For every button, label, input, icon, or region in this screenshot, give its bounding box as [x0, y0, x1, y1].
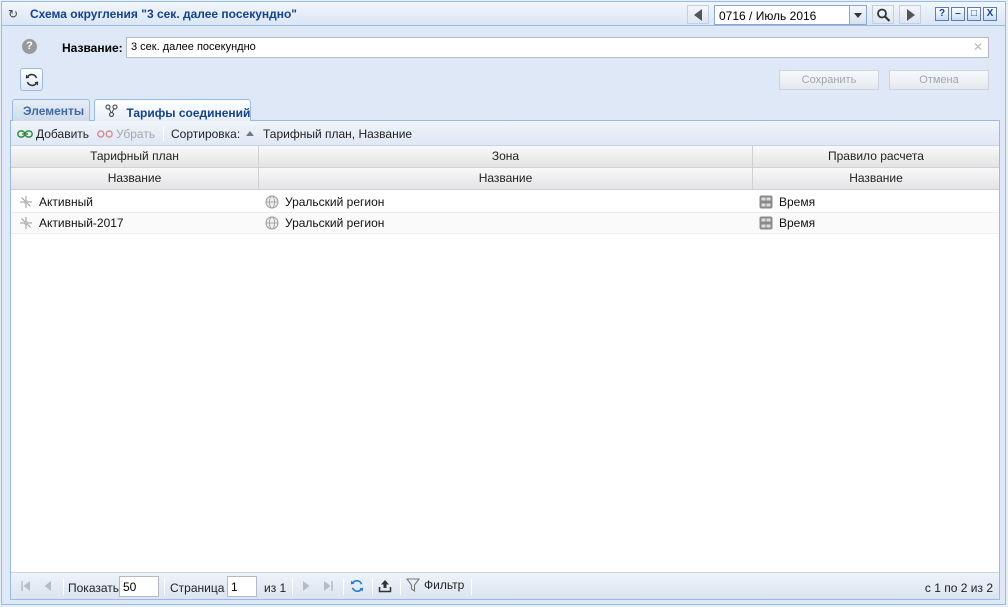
- filter-icon: [405, 578, 421, 593]
- grid-toolbar: Добавить Убрать Сортировка: Тарифный пла…: [11, 121, 999, 146]
- next-period-button[interactable]: [899, 5, 921, 24]
- calculator-icon: [759, 216, 773, 230]
- table-row[interactable]: Активный Уральский регион Время: [11, 192, 999, 213]
- table-row[interactable]: Активный-2017 Уральский регион Время: [11, 213, 999, 234]
- column-header-row: Название Название Название: [11, 168, 999, 190]
- column-header-rule-name[interactable]: Название: [753, 168, 999, 190]
- clear-icon[interactable]: ✕: [973, 40, 983, 54]
- link-icon: [17, 130, 33, 138]
- cancel-button[interactable]: Отмена: [889, 70, 989, 90]
- zone-name: Уральский регион: [285, 216, 385, 230]
- pager-divider: [164, 578, 165, 595]
- calculator-icon: [759, 195, 773, 209]
- pager-divider: [292, 578, 293, 595]
- pager-divider: [471, 578, 472, 595]
- plan-cell: Активный-2017: [19, 213, 124, 234]
- add-button[interactable]: Добавить: [17, 127, 89, 141]
- period-select[interactable]: 0716 / Июль 2016: [714, 5, 867, 25]
- tariff-plan-icon: [20, 216, 32, 229]
- maximize-button[interactable]: □: [967, 7, 981, 21]
- pager-divider: [343, 578, 344, 595]
- column-header-plan-name[interactable]: Название: [11, 168, 259, 190]
- refresh-icon: [25, 73, 39, 87]
- remove-button[interactable]: Убрать: [97, 127, 155, 141]
- column-header-zone-name[interactable]: Название: [259, 168, 753, 190]
- export-icon[interactable]: [378, 579, 392, 593]
- page-number-input[interactable]: 1: [227, 576, 257, 597]
- rule-cell: Время: [759, 213, 815, 234]
- previous-period-button[interactable]: [687, 5, 709, 24]
- first-page-icon[interactable]: [19, 579, 33, 593]
- chevron-down-icon[interactable]: [849, 6, 866, 24]
- filter-label: Фильтр: [424, 578, 465, 592]
- pager-divider: [372, 578, 373, 595]
- search-icon: [877, 8, 891, 22]
- period-value: 0716 / Июль 2016: [719, 9, 817, 23]
- tariff-plan-icon: [20, 195, 32, 208]
- globe-icon: [265, 216, 279, 230]
- name-label: Название:: [62, 41, 123, 55]
- group-header-zone[interactable]: Зона: [259, 146, 753, 168]
- plan-name: Активный-2017: [39, 216, 124, 230]
- save-button[interactable]: Сохранить: [779, 70, 879, 90]
- reload-icon[interactable]: [350, 579, 364, 593]
- page-label: Страница: [170, 581, 225, 595]
- add-label: Добавить: [36, 127, 90, 141]
- paging-toolbar: Показать 50 Страница 1 из 1 Фильтр с 1 п…: [11, 572, 999, 599]
- display-summary: с 1 по 2 из 2: [924, 581, 993, 595]
- group-header-rule[interactable]: Правило расчета: [753, 146, 999, 168]
- rule-name: Время: [779, 195, 816, 209]
- title-bar: ↻ Схема округления "3 сек. далее посекун…: [2, 2, 1005, 26]
- tab-elements[interactable]: Элементы: [12, 99, 90, 121]
- tab-label: Тарифы соединений: [126, 106, 251, 120]
- page-count: из 1: [264, 581, 287, 595]
- globe-icon: [265, 195, 279, 209]
- close-button[interactable]: X: [983, 7, 997, 21]
- form-area: ? Название: 3 сек. далее посекундно ✕ Со…: [10, 32, 997, 96]
- page-size-input[interactable]: 50: [119, 576, 159, 597]
- group-header-row: Тарифный план Зона Правило расчета: [11, 146, 999, 168]
- network-icon: [105, 104, 119, 120]
- help-button[interactable]: ?: [935, 7, 949, 21]
- zone-cell: Уральский регион: [265, 213, 384, 234]
- rounding-scheme-icon: ↻: [8, 7, 19, 21]
- rule-cell: Время: [759, 192, 815, 213]
- next-page-icon[interactable]: [299, 579, 313, 593]
- show-label: Показать: [68, 581, 120, 595]
- refresh-button[interactable]: [20, 68, 43, 91]
- pager-divider: [400, 578, 401, 595]
- last-page-icon[interactable]: [321, 579, 335, 593]
- minimize-button[interactable]: –: [951, 7, 965, 21]
- rule-name: Время: [779, 216, 816, 230]
- help-icon[interactable]: ?: [22, 39, 37, 54]
- remove-label: Убрать: [116, 127, 156, 141]
- window-title: Схема округления "3 сек. далее посекундн…: [30, 7, 297, 21]
- plan-cell: Активный: [19, 192, 93, 213]
- tariffs-panel: Добавить Убрать Сортировка: Тарифный пла…: [10, 121, 1000, 600]
- tab-label: Элементы: [23, 104, 85, 118]
- search-button[interactable]: [872, 5, 894, 24]
- previous-page-icon[interactable]: [41, 579, 55, 593]
- tab-bar: Элементы Тарифы соединений: [10, 97, 1000, 122]
- zone-name: Уральский регион: [285, 195, 385, 209]
- filter-button[interactable]: Фильтр: [405, 578, 465, 593]
- plan-name: Активный: [39, 195, 93, 209]
- name-input[interactable]: 3 сек. далее посекундно: [126, 37, 989, 58]
- zone-cell: Уральский регион: [265, 192, 384, 213]
- toolbar-divider: [163, 126, 164, 141]
- tab-connection-tariffs[interactable]: Тарифы соединений: [94, 99, 251, 122]
- unlink-icon: [97, 130, 113, 138]
- group-header-plan[interactable]: Тарифный план: [11, 146, 259, 168]
- sort-ascending-icon[interactable]: [246, 131, 254, 136]
- sort-value[interactable]: Тарифный план, Название: [263, 127, 412, 141]
- pager-divider: [63, 578, 64, 595]
- rounding-scheme-window: ↻ Схема округления "3 сек. далее посекун…: [1, 1, 1006, 605]
- sort-label: Сортировка:: [171, 127, 241, 141]
